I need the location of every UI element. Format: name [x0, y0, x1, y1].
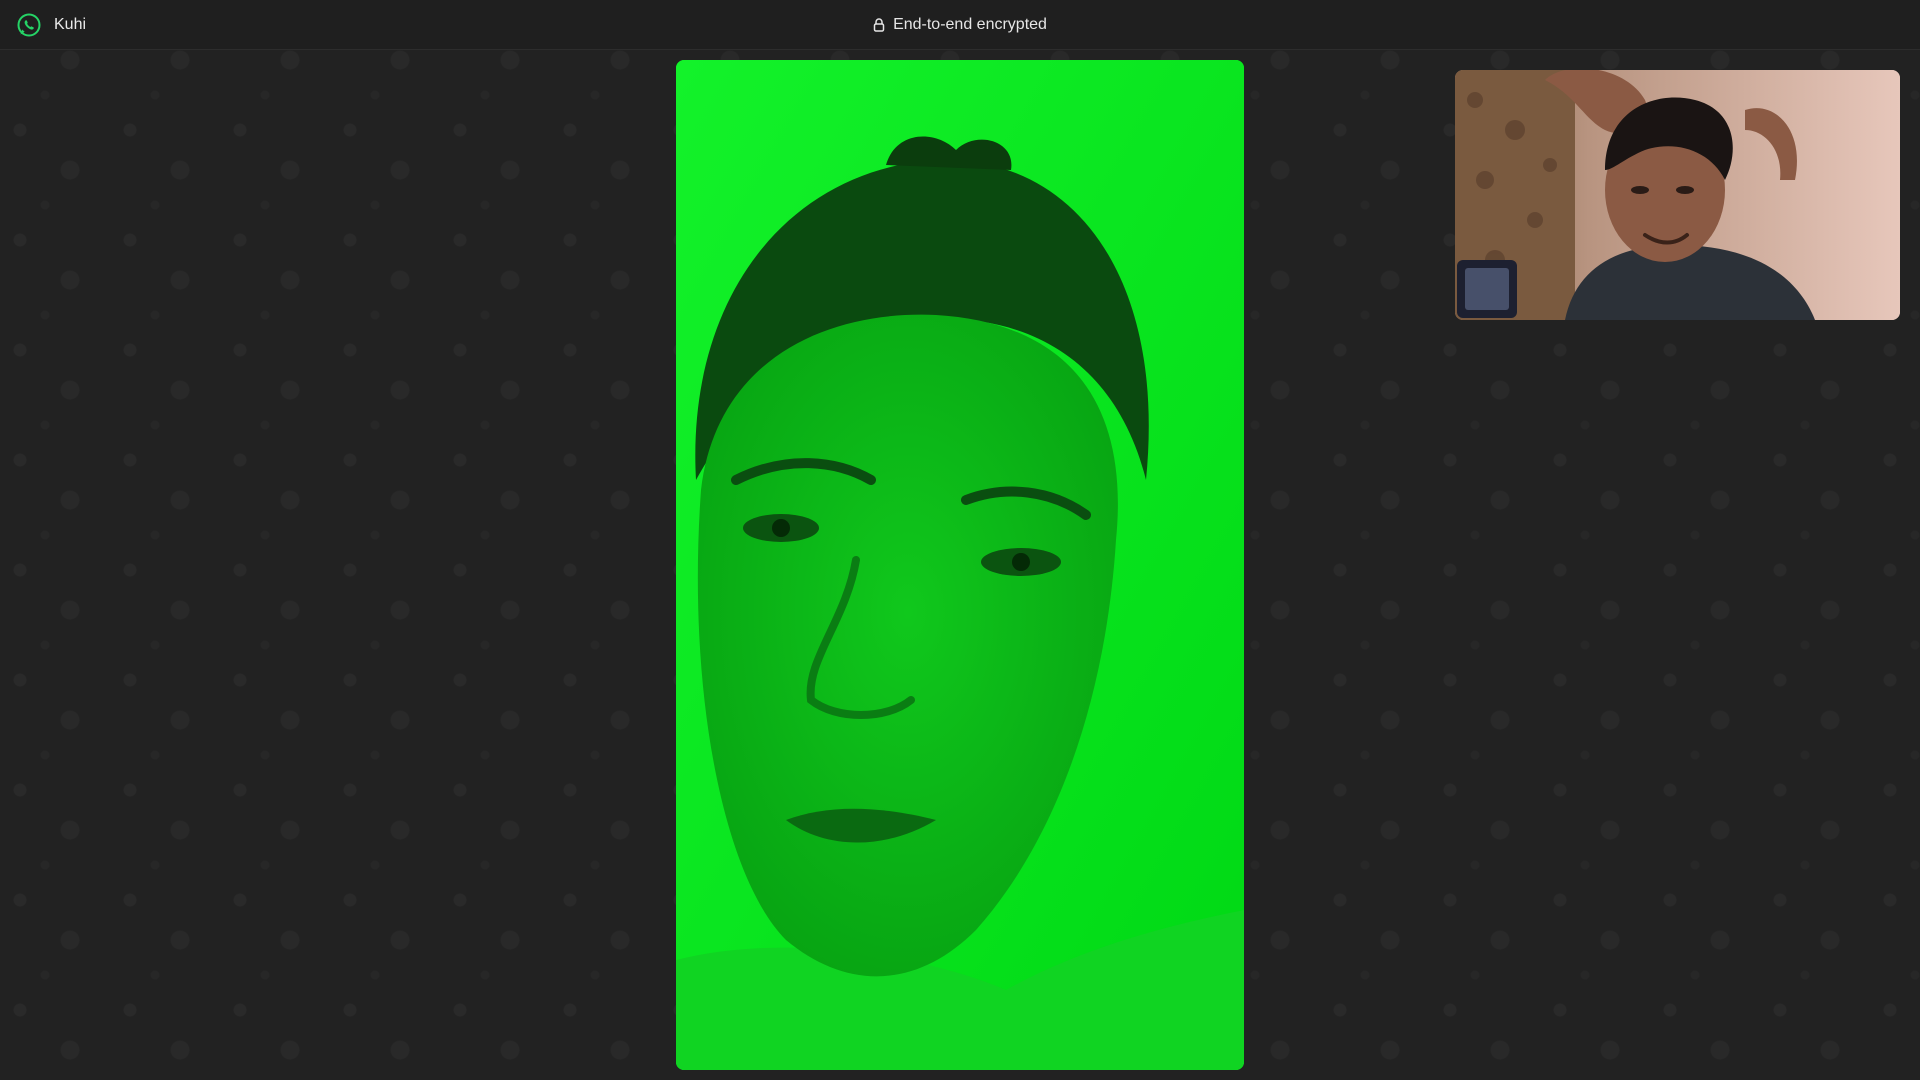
encryption-status: End-to-end encrypted: [0, 14, 1920, 39]
self-view-frame: [1455, 70, 1900, 320]
remote-video[interactable]: [676, 60, 1244, 1070]
encryption-label: End-to-end encrypted: [893, 16, 1047, 33]
whatsapp-icon: [16, 12, 42, 38]
self-view-video[interactable]: [1455, 70, 1900, 320]
encryption-status-label-group[interactable]: End-to-end encrypted: [873, 14, 1047, 36]
contact-name: Kuhi: [54, 16, 87, 33]
title-bar: Kuhi End-to-end encrypted: [0, 0, 1920, 50]
lock-icon: [873, 18, 885, 32]
call-window: Kuhi End-to-end encrypted: [0, 0, 1920, 1080]
remote-video-frame: [676, 60, 1244, 1070]
